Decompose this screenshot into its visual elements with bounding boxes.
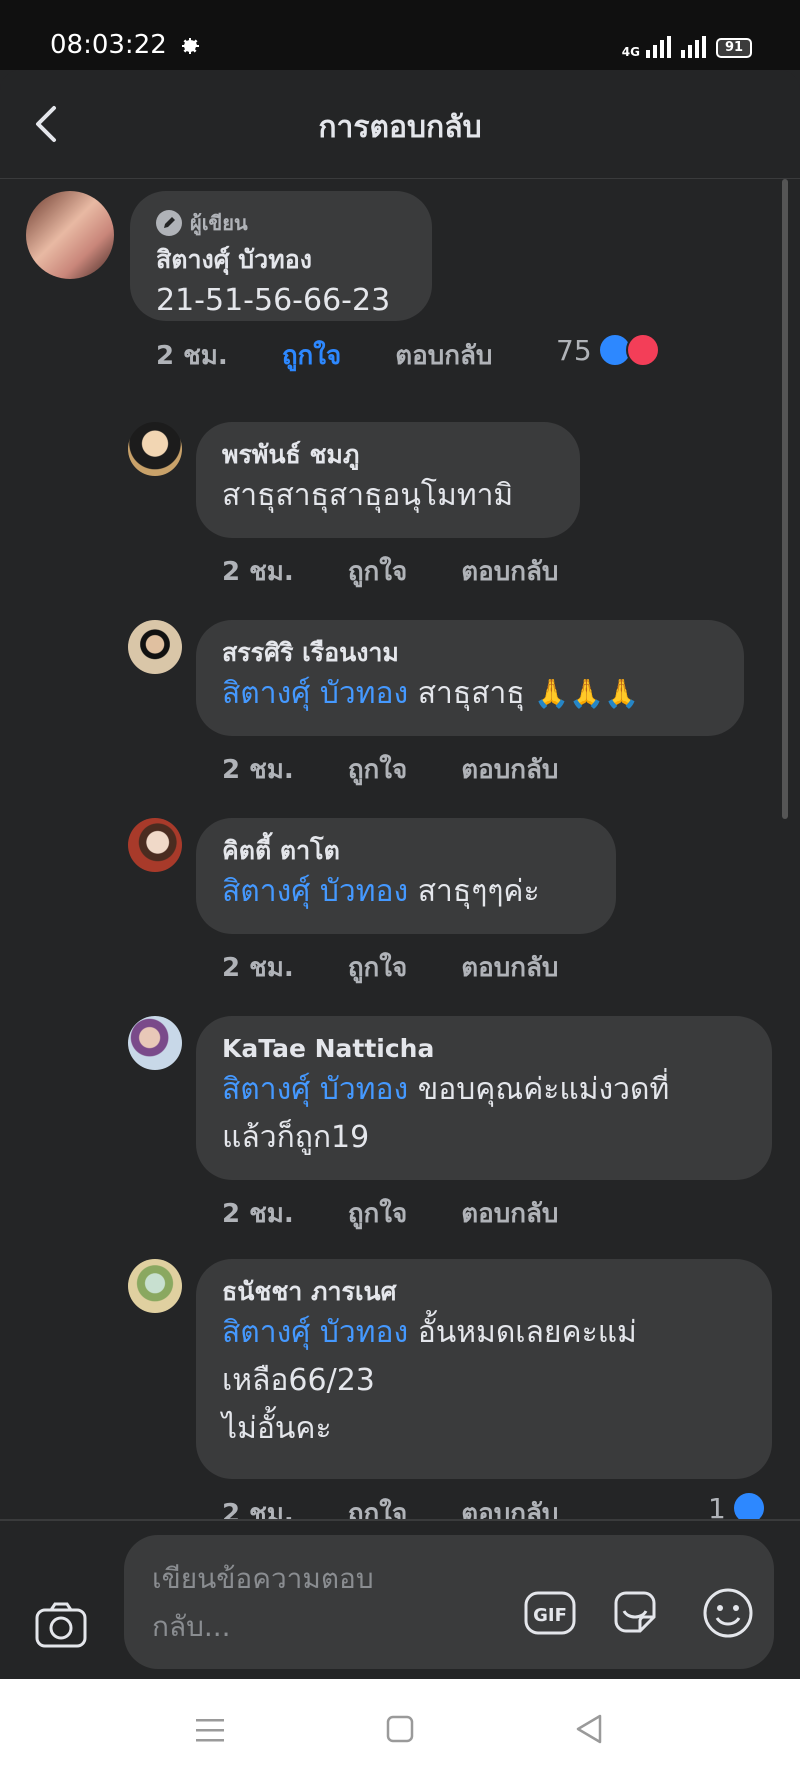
reply-text-body: สาธุสาธุ: [408, 676, 535, 711]
reply-text-body: ขอบคุณค่ะแม่งวดที่: [408, 1072, 670, 1107]
mention-link[interactable]: สิตางศุ์ บัวทอง: [222, 1072, 408, 1107]
reply-actions: 2 ชม. ถูกใจ ตอบกลับ: [222, 749, 612, 790]
avatar[interactable]: [128, 818, 182, 872]
reply-input[interactable]: เขียนข้อความตอบกลับ... GIF: [124, 1535, 774, 1669]
avatar[interactable]: [128, 620, 182, 674]
mention-link[interactable]: สิตางศุ์ บัวทอง: [222, 1315, 408, 1350]
reply-bubble: คิตตี้ ตาโต สิตางศุ์ บัวทอง สาธุๆๆค่ะ: [196, 818, 616, 934]
camera-icon[interactable]: [34, 1601, 88, 1649]
status-bar: 08:03:22 4G 91: [0, 0, 800, 70]
reply-text: สิตางศุ์ บัวทอง สาธุสาธุ 🙏🙏🙏: [222, 670, 718, 718]
sticker-icon[interactable]: [610, 1587, 660, 1637]
like-button[interactable]: ถูกใจ: [348, 551, 407, 592]
reply-text: สาธุสาธุสาธุอนุโมทามิ: [222, 478, 514, 513]
battery-icon: 91: [716, 38, 752, 58]
avatar[interactable]: [128, 1259, 182, 1313]
reply-text-body: อั้นหมดเลยคะแม่: [408, 1315, 637, 1350]
love-reaction-icon: [625, 333, 660, 367]
reply-button[interactable]: ตอบกลับ: [461, 947, 558, 988]
author-badge: ผู้เขียน: [156, 207, 406, 239]
reply-text-body: สาธุๆๆค่ะ: [408, 874, 540, 909]
main-comment-bubble: ผู้เขียน สิตางศุ์ บัวทอง 21-51-56-66-23: [130, 191, 432, 321]
avatar[interactable]: [26, 191, 114, 279]
reply-button[interactable]: ตอบกลับ: [461, 1193, 558, 1234]
comment-time: 2 ชม.: [156, 341, 228, 371]
reply-actions: 2 ชม. ถูกใจ ตอบกลับ: [222, 551, 612, 592]
status-time: 08:03:22: [50, 30, 167, 60]
reply-author-name[interactable]: KaTae Natticha: [222, 1032, 746, 1066]
comment-text: 21-51-56-66-23: [156, 283, 391, 318]
reply-input-placeholder: เขียนข้อความตอบกลับ...: [152, 1562, 374, 1643]
reply-text: สิตางศุ์ บัวทอง ขอบคุณค่ะแม่งวดที่: [222, 1066, 746, 1114]
mention-link[interactable]: สิตางศุ์ บัวทอง: [222, 874, 408, 909]
network-type: 4G: [621, 45, 640, 59]
reply-time: 2 ชม.: [222, 755, 294, 785]
reply-author-name[interactable]: ธนัชชา ภารเนศ: [222, 1275, 746, 1309]
reply-button[interactable]: ตอบกลับ: [395, 335, 492, 376]
comments-list[interactable]: ผู้เขียน สิตางศุ์ บัวทอง 21-51-56-66-23 …: [0, 179, 800, 1519]
reply-time: 2 ชม.: [222, 557, 294, 587]
home-icon[interactable]: [386, 1715, 414, 1743]
reply-actions: 2 ชม. ถูกใจ ตอบกลับ: [222, 947, 612, 988]
scrollbar[interactable]: [782, 179, 788, 819]
reaction-count: 75: [556, 333, 592, 367]
reply-button[interactable]: ตอบกลับ: [461, 551, 558, 592]
reply-author-name[interactable]: คิตตี้ ตาโต: [222, 834, 590, 868]
pencil-icon: [156, 210, 182, 236]
reply-text: สิตางศุ์ บัวทอง อั้นหมดเลยคะแม่: [222, 1309, 746, 1357]
like-button[interactable]: ถูกใจ: [348, 1193, 407, 1234]
emoji-icon[interactable]: [702, 1587, 754, 1639]
recent-apps-icon[interactable]: [196, 1717, 224, 1743]
status-right: 4G 91: [622, 36, 752, 58]
reply-bubble: ธนัชชา ภารเนศ สิตางศุ์ บัวทอง อั้นหมดเลย…: [196, 1259, 772, 1479]
signal-icon-2: [681, 36, 706, 58]
reply-time: 2 ชม.: [222, 1499, 294, 1519]
reaction-summary[interactable]: 75: [556, 333, 660, 367]
like-button[interactable]: ถูกใจ: [348, 1493, 407, 1519]
gear-icon: [182, 38, 199, 54]
comment-actions: 2 ชม. ถูกใจ ตอบกลับ: [156, 335, 546, 376]
avatar[interactable]: [128, 1016, 182, 1070]
svg-text:GIF: GIF: [533, 1605, 567, 1626]
reaction-count: 1: [708, 1491, 726, 1520]
reply-actions: 2 ชม. ถูกใจ ตอบกลับ: [222, 1493, 612, 1519]
like-button[interactable]: ถูกใจ: [282, 335, 341, 376]
reply-author-name[interactable]: สรรศิริ เรือนงาม: [222, 636, 718, 670]
reply-time: 2 ชม.: [222, 953, 294, 983]
comment-author-name[interactable]: สิตางศุ์ บัวทอง: [156, 243, 406, 277]
reply-author-name[interactable]: พรพันธ์ ชมภู: [222, 438, 554, 472]
system-nav-bar: [0, 1679, 800, 1778]
reply-text-line-2: แล้วก็ถูก19: [222, 1120, 370, 1155]
back-nav-icon[interactable]: [574, 1713, 604, 1745]
reply-text-line-2: เหลือ66/23: [222, 1363, 375, 1398]
reply-text-line-3: ไม่อั้นคะ: [222, 1411, 332, 1446]
reply-bubble: พรพันธ์ ชมภู สาธุสาธุสาธุอนุโมทามิ: [196, 422, 580, 538]
avatar[interactable]: [128, 422, 182, 476]
mention-link[interactable]: สิตางศุ์ บัวทอง: [222, 676, 408, 711]
reply-button[interactable]: ตอบกลับ: [461, 749, 558, 790]
reply-composer: เขียนข้อความตอบกลับ... GIF: [0, 1519, 800, 1681]
reaction-summary[interactable]: 1: [708, 1491, 766, 1519]
reply-text: สิตางศุ์ บัวทอง สาธุๆๆค่ะ: [222, 868, 590, 916]
signal-icon: [646, 36, 671, 58]
reply-time: 2 ชม.: [222, 1199, 294, 1229]
reply-button[interactable]: ตอบกลับ: [461, 1493, 558, 1519]
author-tag-label: ผู้เขียน: [190, 211, 248, 235]
reply-bubble: สรรศิริ เรือนงาม สิตางศุ์ บัวทอง สาธุสาธ…: [196, 620, 744, 736]
app-bar: การตอบกลับ: [0, 70, 800, 179]
like-button[interactable]: ถูกใจ: [348, 749, 407, 790]
page-title: การตอบกลับ: [318, 110, 482, 145]
pray-emoji: 🙏🙏🙏: [534, 677, 639, 710]
reply-actions: 2 ชม. ถูกใจ ตอบกลับ: [222, 1193, 612, 1234]
like-reaction-icon: [731, 1491, 766, 1519]
like-button[interactable]: ถูกใจ: [348, 947, 407, 988]
gif-icon[interactable]: GIF: [524, 1591, 576, 1635]
reply-bubble: KaTae Natticha สิตางศุ์ บัวทอง ขอบคุณค่ะ…: [196, 1016, 772, 1180]
